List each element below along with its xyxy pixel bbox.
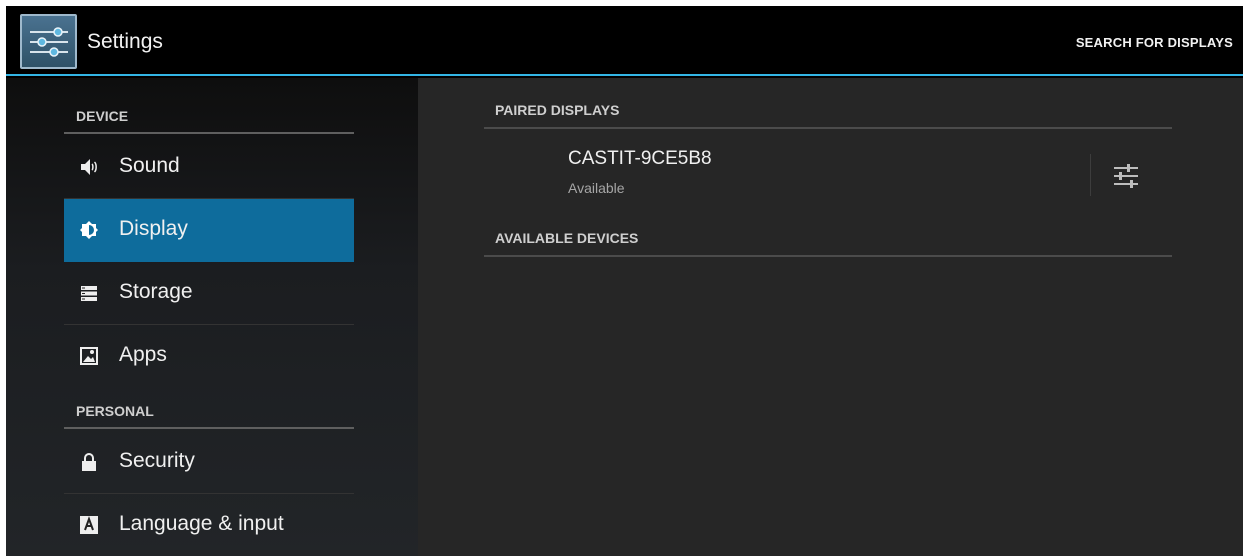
sidebar-item-display[interactable]: Display [64,199,354,262]
row-divider [1090,154,1091,196]
section-header-personal: PERSONAL [64,395,354,429]
device-settings-button[interactable] [1106,158,1146,194]
sidebar-item-label: Apps [119,343,167,366]
display-settings-pane: PAIRED DISPLAYS CASTIT-9CE5B8 Available … [418,78,1243,556]
sidebar-item-label: Storage [119,280,193,303]
lock-icon [82,453,96,471]
available-devices-header: AVAILABLE DEVICES [484,219,1172,257]
storage-icon [81,286,97,301]
device-status: Available [568,180,625,196]
sliders-app-icon [30,27,68,57]
action-bar: Settings SEARCH FOR DISPLAYS [6,6,1243,76]
section-header-device: DEVICE [64,100,354,134]
paired-displays-header: PAIRED DISPLAYS [484,91,1172,129]
app-title: Settings [87,30,163,53]
brightness-icon [80,221,98,239]
sidebar-item-sound[interactable]: Sound [64,136,354,199]
settings-app-icon[interactable] [20,14,77,69]
settings-screen: Settings SEARCH FOR DISPLAYS DEVICE Soun… [6,6,1243,556]
sliders-icon [1114,164,1138,188]
sidebar-item-language-input[interactable]: Language & input [64,494,354,556]
settings-sidebar: DEVICE Sound Display Storage Apps PERSON… [6,78,418,556]
sidebar-item-label: Display [119,217,188,240]
sidebar-item-label: Security [119,449,195,472]
sidebar-item-storage[interactable]: Storage [64,262,354,325]
sidebar-item-apps[interactable]: Apps [64,325,354,388]
apps-icon [80,347,98,365]
search-for-displays-button[interactable]: SEARCH FOR DISPLAYS [1076,35,1233,50]
keyboard-a-icon [80,516,98,534]
paired-device-row[interactable]: CASTIT-9CE5B8 Available [484,128,1172,198]
speaker-icon [81,159,97,175]
device-name: CASTIT-9CE5B8 [568,148,712,169]
sidebar-item-label: Sound [119,154,180,177]
sidebar-item-label: Language & input [119,512,284,535]
sidebar-item-security[interactable]: Security [64,431,354,494]
